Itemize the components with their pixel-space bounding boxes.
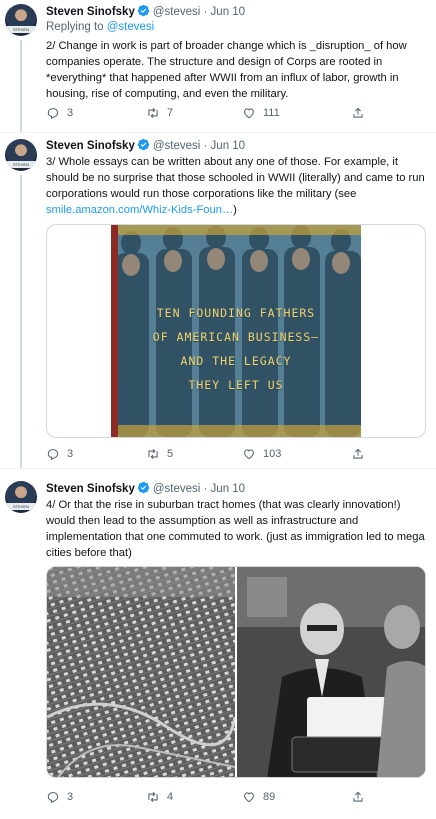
man-writing-in-office-photo[interactable] — [237, 567, 425, 777]
share-icon — [353, 791, 363, 802]
retweet-button[interactable]: 5 — [146, 446, 173, 462]
reply-button[interactable]: 3 — [46, 789, 73, 805]
like-count: 89 — [263, 791, 276, 803]
share-button[interactable] — [351, 789, 365, 805]
thread-line — [20, 40, 22, 132]
tweet-3[interactable]: STEVEN Steven Sinofsky @stevesi · Jun 10 … — [0, 469, 436, 819]
book-title-line-3: AND THE LEGACY — [180, 354, 292, 368]
like-count: 111 — [263, 107, 280, 119]
like-count: 103 — [263, 448, 282, 460]
reply-count: 3 — [67, 791, 74, 803]
replying-to-handle[interactable]: @stevesi — [107, 21, 154, 33]
like-button[interactable]: 89 — [242, 789, 275, 805]
tweet-text: 4/ Or that the rise in suburban tract ho… — [46, 499, 425, 559]
tweet-actions: 3 7 111 — [46, 105, 376, 121]
tweet-text-main: 3/ Whole essays can be written about any… — [46, 156, 425, 200]
tweet-2[interactable]: STEVEN Steven Sinofsky @stevesi · Jun 10 … — [0, 133, 436, 468]
book-title-line-4: THEY LEFT US — [188, 378, 284, 392]
share-icon — [353, 448, 363, 459]
avatar-tag: STEVEN — [5, 26, 37, 33]
reply-icon — [47, 108, 59, 120]
retweet-icon — [148, 791, 158, 803]
author-name[interactable]: Steven Sinofsky — [46, 6, 135, 18]
author-handle[interactable]: @stevesi — [153, 6, 200, 18]
suburban-tract-homes-photo[interactable] — [47, 567, 237, 777]
tweet-actions: 3 5 103 — [46, 446, 376, 462]
replying-to-label: Replying to — [46, 21, 104, 33]
retweet-count: 5 — [167, 448, 174, 460]
reply-count: 3 — [67, 107, 74, 119]
book-cover-image[interactable]: TEN FOUNDING FATHERS OF AMERICAN BUSINES… — [111, 225, 361, 437]
avatar[interactable]: STEVEN — [5, 481, 37, 513]
reply-button[interactable]: 3 — [46, 446, 73, 462]
author-handle[interactable]: @stevesi — [153, 483, 200, 495]
replying-to: Replying to @stevesi — [46, 20, 154, 35]
tweet-date[interactable]: Jun 10 — [211, 140, 246, 152]
share-button[interactable] — [351, 446, 365, 462]
reply-count: 3 — [67, 448, 74, 460]
avatar[interactable]: STEVEN — [5, 4, 37, 36]
photo-grid — [46, 566, 426, 778]
like-button[interactable]: 111 — [242, 105, 280, 121]
author-name[interactable]: Steven Sinofsky — [46, 483, 135, 495]
share-button[interactable] — [351, 105, 365, 121]
retweet-icon — [148, 448, 158, 460]
avatar[interactable]: STEVEN — [5, 139, 37, 171]
book-image-card[interactable]: TEN FOUNDING FATHERS OF AMERICAN BUSINES… — [46, 224, 426, 438]
retweet-button[interactable]: 4 — [146, 789, 173, 805]
tweet-1[interactable]: STEVEN Steven Sinofsky @stevesi · Jun 10 … — [0, 0, 436, 132]
like-icon — [244, 108, 254, 119]
tweet-link[interactable]: smile.amazon.com/Whiz-Kids-Foun… — [46, 204, 233, 216]
retweet-button[interactable]: 7 — [146, 105, 173, 121]
tweet-text-end: ) — [233, 204, 237, 216]
thread-line — [20, 175, 22, 468]
reply-button[interactable]: 3 — [46, 105, 73, 121]
avatar-tag: STEVEN — [5, 161, 37, 168]
like-button[interactable]: 103 — [242, 446, 281, 462]
reply-icon — [47, 792, 59, 804]
reply-icon — [47, 449, 59, 461]
tweet-date[interactable]: Jun 10 — [211, 483, 246, 495]
share-icon — [353, 107, 363, 118]
retweet-count: 7 — [167, 107, 174, 119]
like-icon — [244, 792, 254, 803]
tweet-text: 2/ Change in work is part of broader cha… — [46, 40, 407, 100]
tweet-actions: 3 4 89 — [46, 789, 376, 805]
tweet-date[interactable]: Jun 10 — [211, 6, 246, 18]
like-icon — [244, 449, 254, 460]
book-title-text: TEN FOUNDING FATHERS OF AMERICAN BUSINES… — [111, 301, 361, 397]
author-name[interactable]: Steven Sinofsky — [46, 140, 135, 152]
retweet-icon — [148, 107, 158, 119]
avatar-tag: STEVEN — [5, 503, 37, 510]
book-title-line-2: OF AMERICAN BUSINESS— — [152, 330, 320, 344]
tweet-text: 3/ Whole essays can be written about any… — [46, 154, 426, 218]
book-title-line-1: TEN FOUNDING FATHERS — [156, 306, 316, 320]
retweet-count: 4 — [167, 791, 174, 803]
author-handle[interactable]: @stevesi — [153, 140, 200, 152]
